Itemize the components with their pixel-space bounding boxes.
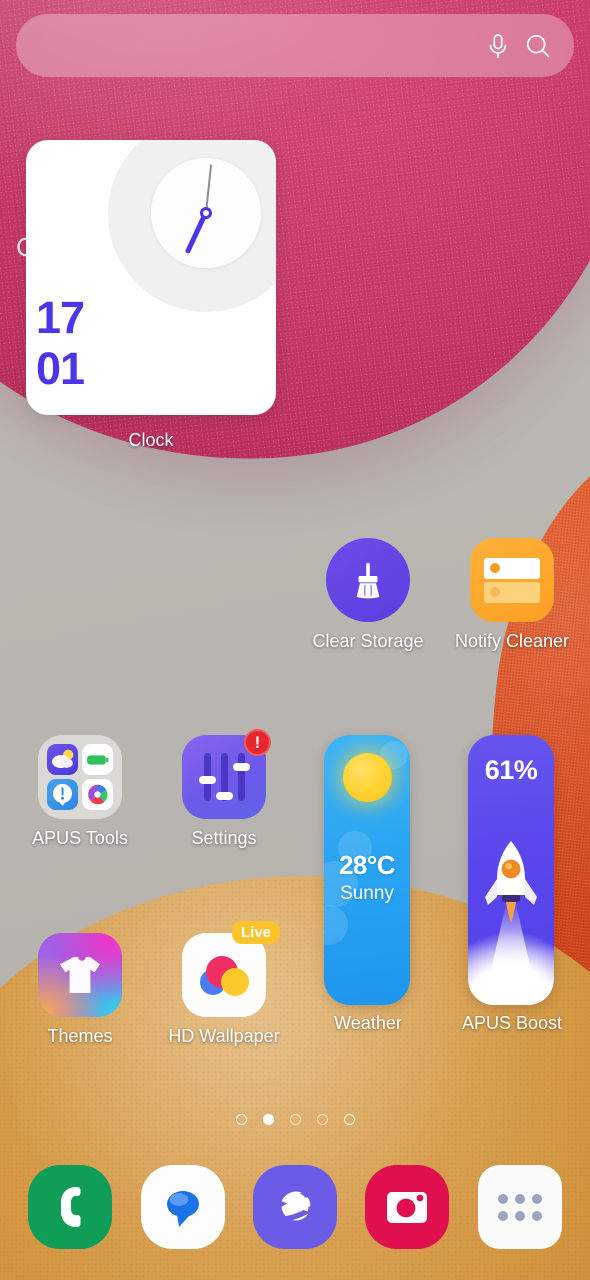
clock-minutes: 01 <box>36 343 85 394</box>
notify-dot <box>490 563 500 573</box>
page-dot-1[interactable] <box>235 1114 247 1125</box>
boost-widget-label-cell: APUS Boost <box>440 1013 584 1034</box>
clock-label-text: Clock <box>128 430 174 450</box>
settings-icon-slot[interactable]: ! <box>182 729 271 819</box>
app-label-apus-tools: APUS Tools <box>32 828 128 848</box>
color-clouds-icon: Live <box>182 921 280 1017</box>
drawer-dot <box>497 1210 508 1221</box>
page-dot-5[interactable] <box>343 1114 355 1125</box>
notification-bars-icon <box>470 538 554 622</box>
phone-icon <box>28 1165 113 1249</box>
weather-temperature: 28°C <box>338 850 396 880</box>
microphone-icon[interactable] <box>478 26 518 66</box>
app-label-notify-cleaner: Notify Cleaner <box>454 631 570 651</box>
notify-bar-white <box>484 557 540 579</box>
notify-bar-yellow <box>484 581 540 603</box>
drawer-dot <box>514 1210 525 1221</box>
clock-digital-time: 17 01 <box>36 292 85 394</box>
themes-icon-slot[interactable] <box>38 933 122 1017</box>
app-settings[interactable]: ! Settings <box>152 729 296 849</box>
dock-item-camera[interactable] <box>365 1165 450 1249</box>
page-dot-2-active[interactable] <box>262 1114 274 1125</box>
weather-widget-label: Weather <box>334 1013 402 1033</box>
clock-hours: 17 <box>36 292 85 343</box>
mini-weather-icon <box>47 744 78 775</box>
settings-alert-badge: ! <box>244 729 271 756</box>
message-icon <box>140 1165 225 1249</box>
rocket-icon <box>485 841 537 923</box>
drawer-dot <box>531 1193 542 1204</box>
search-input[interactable] <box>16 14 478 77</box>
broom-icon <box>326 538 410 622</box>
planet-icon <box>252 1165 337 1249</box>
mini-pie-chart-icon <box>82 779 113 810</box>
weather-widget-label-cell: Weather <box>296 1013 440 1034</box>
dock <box>0 1165 590 1249</box>
clock-face <box>151 158 261 268</box>
camera-icon <box>365 1165 450 1249</box>
dock-item-phone[interactable] <box>28 1165 113 1249</box>
apus-boost-widget-label: APUS Boost <box>461 1013 563 1033</box>
clock-center-cap <box>200 207 212 219</box>
boost-percent: 61% <box>484 755 538 785</box>
hd-wallpaper-icon-slot[interactable]: Live <box>182 921 280 1017</box>
app-label-hd-wallpaper: HD Wallpaper <box>168 1026 280 1046</box>
slider-track-3 <box>238 753 245 801</box>
drawer-dot <box>514 1193 525 1204</box>
notify-dot-pale <box>490 587 500 597</box>
slider-knob-3 <box>233 763 250 771</box>
app-notify-cleaner[interactable]: Notify Cleaner <box>440 538 584 652</box>
mini-speedometer-icon <box>47 779 78 810</box>
search-icon[interactable] <box>518 26 558 66</box>
clock-widget-label: Clock <box>26 430 276 451</box>
apus-boost-widget[interactable]: 61% <box>468 735 554 1005</box>
app-drawer-icon <box>477 1165 562 1249</box>
sun-icon <box>343 753 392 802</box>
page-indicator[interactable] <box>0 1114 590 1125</box>
mini-battery-icon <box>82 744 113 775</box>
app-themes[interactable]: Themes <box>8 933 152 1047</box>
clock-partial-glyph: C <box>16 232 35 262</box>
folder-icon <box>38 735 122 819</box>
app-label-settings: Settings <box>191 828 257 848</box>
drawer-dot <box>531 1210 542 1221</box>
hd-wallpaper-live-badge: Live <box>231 921 280 944</box>
weather-bubble <box>324 905 348 945</box>
search-bar[interactable] <box>16 14 574 77</box>
slider-knob-1 <box>199 776 216 784</box>
dock-item-app-drawer[interactable] <box>477 1165 562 1249</box>
clock-second-hand <box>205 164 213 214</box>
app-drawer-dots <box>497 1193 542 1221</box>
app-label-themes: Themes <box>47 1026 113 1046</box>
page-dot-3[interactable] <box>289 1114 301 1125</box>
app-hd-wallpaper[interactable]: Live HD Wallpaper <box>152 921 296 1047</box>
app-clear-storage[interactable]: Clear Storage <box>296 538 440 652</box>
notify-cleaner-icon-slot[interactable] <box>470 538 554 622</box>
app-label-clear-storage: Clear Storage <box>312 631 424 651</box>
app-apus-tools[interactable]: APUS Tools <box>8 735 152 849</box>
weather-condition: Sunny <box>340 883 394 904</box>
clear-storage-icon-slot[interactable] <box>326 538 410 622</box>
apus-tools-icon-slot[interactable] <box>38 735 122 819</box>
weather-widget[interactable]: 28°C Sunny <box>324 735 410 1005</box>
dock-item-messages[interactable] <box>140 1165 225 1249</box>
drawer-dot <box>497 1193 508 1204</box>
tshirt-icon <box>38 933 122 1017</box>
dock-item-internet[interactable] <box>252 1165 337 1249</box>
sliders-icon: ! <box>182 729 271 819</box>
slider-knob-2 <box>216 792 233 800</box>
page-dot-4[interactable] <box>316 1114 328 1125</box>
